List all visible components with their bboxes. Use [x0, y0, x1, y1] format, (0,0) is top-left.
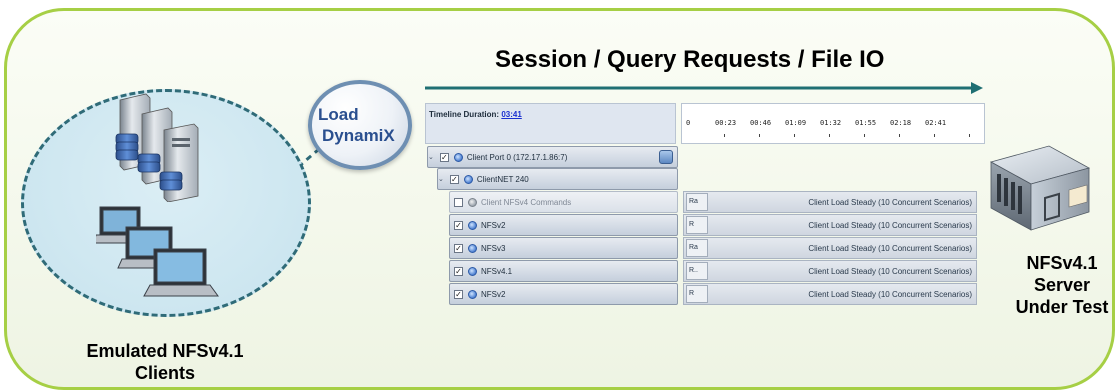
clientnet-cell: ⌄ ✓ ClientNET 240 — [437, 168, 678, 190]
row-checkbox[interactable]: ✓ — [454, 266, 463, 276]
row-label: NFSv2 — [481, 220, 506, 230]
timeline-duration-value[interactable]: 03:41 — [501, 110, 521, 119]
table-row[interactable]: ✓ NFSv3 Ra Client Load Steady (10 Concur… — [425, 237, 985, 259]
table-row[interactable]: ✓ NFSv4.1 R.. Client Load Steady (10 Con… — [425, 260, 985, 282]
row-description: Client Load Steady (10 Concurrent Scenar… — [808, 220, 972, 230]
row-tag: R — [686, 285, 708, 303]
protocol-icon — [468, 266, 477, 276]
command-icon — [468, 197, 477, 207]
timeline-tick-label: 02:18 — [890, 119, 912, 127]
chevron-down-icon[interactable]: ⌄ — [428, 153, 434, 161]
row-description: Client Load Steady (10 Concurrent Scenar… — [808, 289, 972, 299]
protocol-icon — [468, 289, 477, 299]
timeline-tick-label: 0 — [686, 119, 691, 127]
row-tag: Ra — [686, 193, 708, 211]
row-description: Client Load Steady (10 Concurrent Scenar… — [808, 243, 972, 253]
row-label-cell: ✓ NFSv3 — [449, 237, 678, 259]
clientnet-row[interactable]: ⌄ ✓ ClientNET 240 — [425, 168, 985, 190]
protocol-icon — [468, 220, 477, 230]
row-checkbox[interactable]: ✓ — [454, 243, 463, 253]
timeline-panel: Timeline Duration: 03:41 0 00:23 00:46 0… — [425, 103, 985, 313]
row-checkbox[interactable]: ✓ — [454, 289, 463, 299]
timeline-tick-label: 02:41 — [925, 119, 947, 127]
client-port-label: Client Port 0 (172.17.1.86:7) — [466, 152, 568, 162]
clients-label: Emulated NFSv4.1 Clients — [86, 341, 244, 383]
row-checkbox[interactable] — [454, 197, 463, 207]
timeline-ruler: 0 00:23 00:46 01:09 01:32 01:55 02:18 02… — [681, 103, 985, 144]
load-dynamix-logo: Load DynamiX — [318, 105, 395, 145]
row-label-cell: ✓ NFSv2 — [449, 214, 678, 236]
row-timeline-bar[interactable]: Ra Client Load Steady (10 Concurrent Sce… — [683, 191, 977, 213]
timeline-duration-box: Timeline Duration: 03:41 — [425, 103, 676, 144]
row-label: NFSv3 — [481, 243, 506, 253]
row-checkbox[interactable]: ✓ — [454, 220, 463, 230]
row-label: NFSv4.1 — [481, 266, 513, 276]
row-tag: R — [686, 216, 708, 234]
row-label-cell: ✓ NFSv2 — [449, 283, 678, 305]
port-icon — [453, 152, 463, 162]
row-timeline-bar[interactable]: R Client Load Steady (10 Concurrent Scen… — [683, 283, 977, 305]
timeline-tick-label: 01:55 — [855, 119, 877, 127]
table-row[interactable]: ✓ NFSv2 R Client Load Steady (10 Concurr… — [425, 283, 985, 305]
server-stack-icon — [115, 93, 199, 202]
nfs-server-icon — [989, 145, 1091, 231]
row-timeline-bar[interactable]: R Client Load Steady (10 Concurrent Scen… — [683, 214, 977, 236]
table-row[interactable]: Client NFSv4 Commands Ra Client Load Ste… — [425, 191, 985, 213]
row-label: NFSv2 — [481, 289, 506, 299]
network-icon — [463, 174, 473, 184]
flow-arrow-icon — [425, 82, 983, 94]
laptops-icon — [96, 206, 219, 297]
row-timeline-bar[interactable]: Ra Client Load Steady (10 Concurrent Sce… — [683, 237, 977, 259]
flow-title: Session / Query Requests / File IO — [495, 46, 885, 73]
row-timeline-bar[interactable]: R.. Client Load Steady (10 Concurrent Sc… — [683, 260, 977, 282]
timeline-tick-label: 01:09 — [785, 119, 807, 127]
server-label: NFSv4.1 Server Under Test — [1015, 253, 1109, 317]
clientnet-label: ClientNET 240 — [476, 174, 529, 184]
protocol-icon — [468, 243, 477, 253]
timeline-duration-label: Timeline Duration: — [429, 110, 500, 119]
row-label-cell: Client NFSv4 Commands — [449, 191, 678, 213]
row-description: Client Load Steady (10 Concurrent Scenar… — [808, 266, 972, 276]
row-tag: R.. — [686, 262, 708, 280]
timeline-tick-label: 00:46 — [750, 119, 772, 127]
table-row[interactable]: ✓ NFSv2 R Client Load Steady (10 Concurr… — [425, 214, 985, 236]
row-description: Client Load Steady (10 Concurrent Scenar… — [808, 197, 972, 207]
row-tag: Ra — [686, 239, 708, 257]
client-port-checkbox[interactable]: ✓ — [439, 152, 449, 162]
chevron-down-icon[interactable]: ⌄ — [438, 175, 444, 183]
client-port-row[interactable]: ⌄ ✓ Client Port 0 (172.17.1.86:7) — [425, 146, 985, 168]
clientnet-checkbox[interactable]: ✓ — [449, 174, 459, 184]
port-settings-icon[interactable] — [659, 150, 673, 164]
timeline-tick-label: 01:32 — [820, 119, 842, 127]
client-port-cell: ⌄ ✓ Client Port 0 (172.17.1.86:7) — [427, 146, 678, 168]
row-label-cell: ✓ NFSv4.1 — [449, 260, 678, 282]
row-label: Client NFSv4 Commands — [481, 197, 572, 207]
timeline-tick-label: 00:23 — [715, 119, 737, 127]
